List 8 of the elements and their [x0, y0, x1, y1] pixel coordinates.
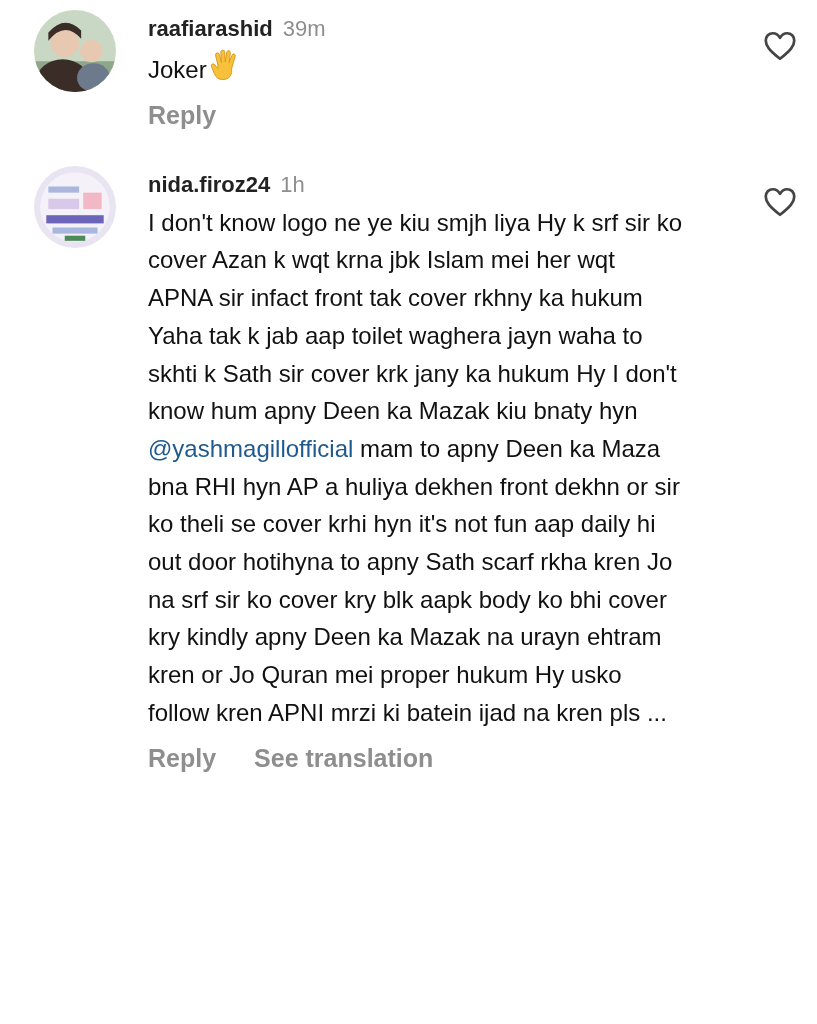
mention-link[interactable]: @yashmagillofficial: [148, 434, 354, 462]
comment-text: I don't know logo ne ye kiu smjh liya Hy k srf sir ko cover Azan k wqt krna jbk Islam mei her wqt APNA sir infact front tak cover rkhny ka hukum Yaha tak k jab aap toilet waghera jayn waha to skhti k Sath sir cover krk jany ka hukum Hy I don't know hum apny Deen ka Mazak kiu bnaty hyn @yashmagillofficial mam to apny Deen ka Maza bna RHI hyn AP a huliya dekhen front dekhn or sir ko theli se cover krhi hyn it's not fun aap daily hi out door hotihyna to apny Sath scarf rkha kren Jo na srf sir ko cover kry blk aapk body ko bhi cover kry kindly apny Deen ka Mazak na urayn ehtram kren or Jo Quran mei proper hukum Hy usko follow kren APNI mrzi ki batein ijad na kren pls ...: [148, 207, 683, 728]
comment-text: Joker: [148, 48, 683, 89]
username[interactable]: nida.firoz24: [148, 171, 271, 198]
hand-icon: [208, 48, 239, 82]
username[interactable]: raafiarashid: [148, 16, 273, 42]
timestamp: 39m: [282, 16, 326, 42]
timestamp: 1h: [280, 171, 305, 198]
